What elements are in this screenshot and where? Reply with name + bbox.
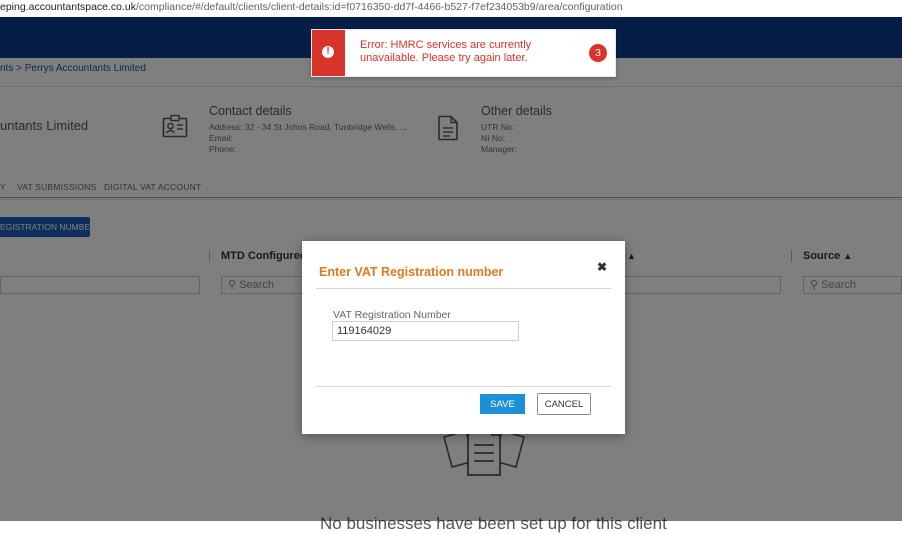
close-icon[interactable]: ✖ bbox=[597, 260, 607, 274]
url-path: /compliance/#/default/clients/client-det… bbox=[136, 1, 623, 13]
url-host: eping.accountantspace.co.uk bbox=[0, 1, 137, 13]
error-message: Error: HMRC services are currently unava… bbox=[360, 39, 532, 64]
error-toast-side: ! bbox=[312, 30, 345, 76]
modal-title: Enter VAT Registration number bbox=[319, 265, 504, 279]
save-button[interactable]: SAVE bbox=[480, 394, 525, 414]
error-toast[interactable]: ! Error: HMRC services are currently una… bbox=[311, 29, 616, 77]
modal-header-divider bbox=[316, 288, 611, 289]
vat-registration-modal: Enter VAT Registration number ✖ VAT Regi… bbox=[302, 241, 625, 434]
error-icon: ! bbox=[322, 46, 334, 58]
vat-number-label: VAT Registration Number bbox=[333, 309, 451, 321]
modal-footer-divider bbox=[316, 386, 611, 387]
browser-url-bar[interactable]: eping.accountantspace.co.uk/compliance/#… bbox=[0, 0, 902, 17]
error-count-badge: 3 bbox=[589, 44, 607, 62]
vat-number-input[interactable] bbox=[332, 321, 519, 341]
cancel-button[interactable]: CANCEL bbox=[537, 393, 591, 415]
